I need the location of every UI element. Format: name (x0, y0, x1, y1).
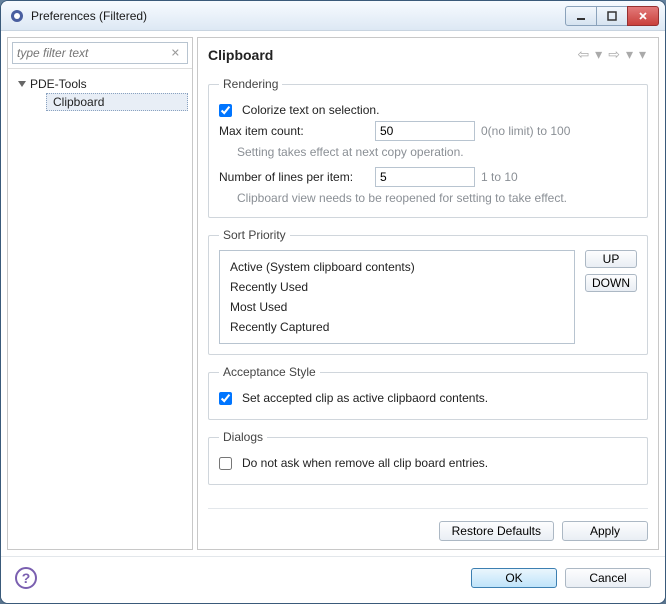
list-item[interactable]: Recently Used (228, 277, 566, 297)
filter-input[interactable] (12, 42, 188, 64)
close-button[interactable] (627, 6, 659, 26)
cancel-button[interactable]: Cancel (565, 568, 651, 588)
dialogs-legend: Dialogs (219, 430, 267, 444)
forward-menu-icon[interactable]: ▾ (624, 46, 635, 63)
colorize-checkbox[interactable] (219, 104, 232, 117)
back-icon[interactable]: ⇦ (575, 46, 591, 63)
dialogs-label[interactable]: Do not ask when remove all clip board en… (242, 456, 488, 470)
max-item-hint: 0(no limit) to 100 (481, 124, 570, 138)
tree-item-label: Clipboard (53, 95, 104, 109)
page-nav: ⇦ ▾ ⇨ ▾ ▾ (575, 46, 648, 63)
preference-tree[interactable]: PDE-Tools Clipboard (8, 69, 192, 117)
dialogs-checkbox[interactable] (219, 457, 232, 470)
max-item-label: Max item count: (219, 124, 369, 138)
acceptance-legend: Acceptance Style (219, 365, 320, 379)
apply-button[interactable]: Apply (562, 521, 648, 541)
page-menu-icon[interactable]: ▾ (637, 46, 648, 63)
page-title: Clipboard (208, 47, 273, 63)
main-panel: Clipboard ⇦ ▾ ⇨ ▾ ▾ Rendering Colorize t… (197, 37, 659, 550)
max-item-note: Setting takes effect at next copy operat… (237, 145, 637, 159)
chevron-down-icon (18, 81, 26, 87)
list-item[interactable]: Most Used (228, 297, 566, 317)
sort-legend: Sort Priority (219, 228, 290, 242)
help-icon[interactable]: ? (15, 567, 37, 589)
move-up-button[interactable]: UP (585, 250, 637, 268)
rendering-group: Rendering Colorize text on selection. Ma… (208, 77, 648, 218)
acceptance-label[interactable]: Set accepted clip as active clipbaord co… (242, 391, 488, 405)
ok-button[interactable]: OK (471, 568, 557, 588)
back-menu-icon[interactable]: ▾ (593, 46, 604, 63)
lines-note: Clipboard view needs to be reopened for … (237, 191, 637, 205)
acceptance-checkbox[interactable] (219, 392, 232, 405)
forward-icon[interactable]: ⇨ (606, 46, 622, 63)
sort-priority-list[interactable]: Active (System clipboard contents) Recen… (219, 250, 575, 344)
titlebar: Preferences (Filtered) (1, 1, 665, 31)
minimize-button[interactable] (565, 6, 597, 26)
lines-input[interactable] (375, 167, 475, 187)
lines-hint: 1 to 10 (481, 170, 518, 184)
sort-priority-group: Sort Priority Active (System clipboard c… (208, 228, 648, 355)
maximize-button[interactable] (596, 6, 628, 26)
sidebar: ✕ PDE-Tools Clipboard (7, 37, 193, 550)
rendering-legend: Rendering (219, 77, 282, 91)
max-item-input[interactable] (375, 121, 475, 141)
tree-item-label: PDE-Tools (30, 77, 87, 91)
dialogs-group: Dialogs Do not ask when remove all clip … (208, 430, 648, 485)
acceptance-style-group: Acceptance Style Set accepted clip as ac… (208, 365, 648, 420)
window-title: Preferences (Filtered) (31, 9, 566, 23)
list-item[interactable]: Recently Captured (228, 317, 566, 337)
clear-filter-icon[interactable]: ✕ (171, 47, 180, 60)
move-down-button[interactable]: DOWN (585, 274, 637, 292)
app-icon (9, 8, 25, 24)
dialog-footer: ? OK Cancel (1, 556, 665, 603)
restore-defaults-button[interactable]: Restore Defaults (439, 521, 554, 541)
tree-item-pde-tools[interactable]: PDE-Tools (12, 75, 188, 93)
preferences-window: Preferences (Filtered) ✕ (0, 0, 666, 604)
colorize-label[interactable]: Colorize text on selection. (242, 103, 379, 117)
list-item[interactable]: Active (System clipboard contents) (228, 257, 566, 277)
lines-label: Number of lines per item: (219, 170, 369, 184)
tree-item-clipboard[interactable]: Clipboard (46, 93, 188, 111)
